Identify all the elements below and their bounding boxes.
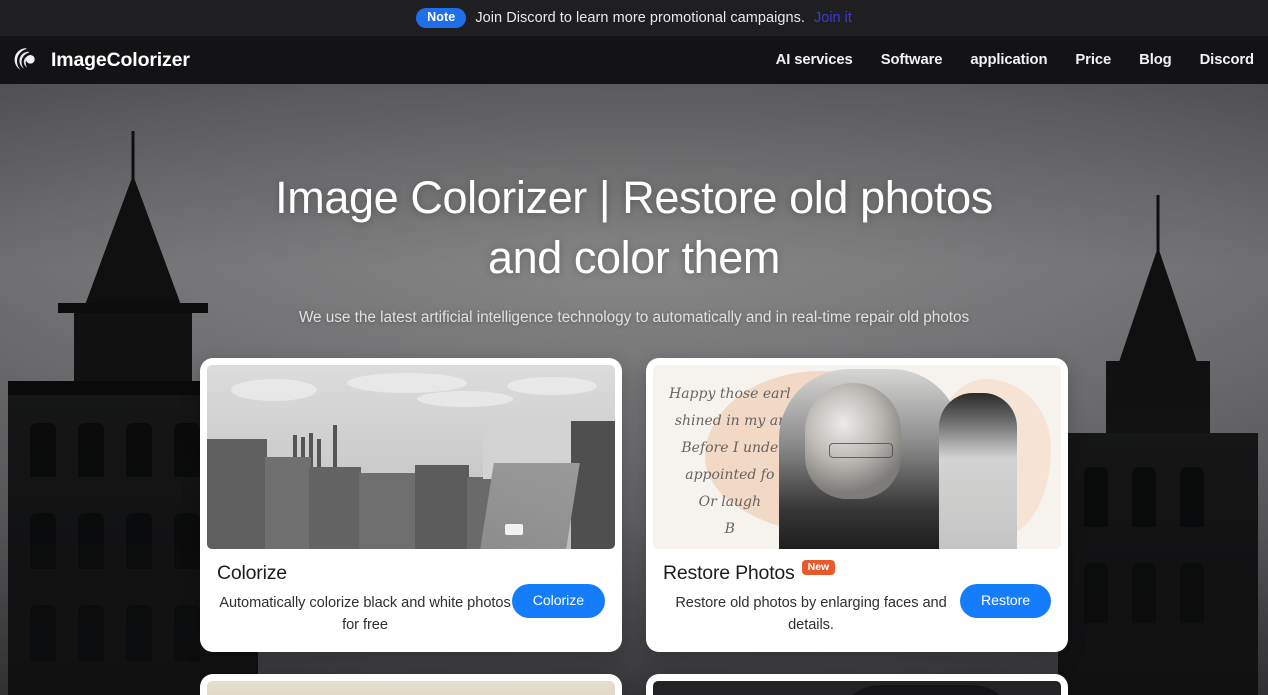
hero-subtitle: We use the latest artificial intelligenc… xyxy=(0,309,1268,327)
collage-handwriting: Happy those earl shined in my ar Before … xyxy=(669,381,791,549)
card-body-restore: Restore Photos New Restore old photos by… xyxy=(653,549,1061,652)
feature-card-grid-lower xyxy=(200,674,1068,695)
nav-links: AI services Software application Price B… xyxy=(776,52,1254,68)
sepia-sky-image xyxy=(207,681,615,695)
collage-boy xyxy=(939,393,1017,549)
card-title-colorize: Colorize xyxy=(217,562,287,585)
site-navbar: ImageColorizer AI services Software appl… xyxy=(0,36,1268,84)
join-it-link[interactable]: Join it xyxy=(814,10,852,26)
dark-portrait-image xyxy=(653,681,1061,695)
colorize-button[interactable]: Colorize xyxy=(512,584,605,618)
card-head-colorize: Colorize xyxy=(217,562,605,585)
nav-link-application[interactable]: application xyxy=(970,52,1047,68)
new-badge: New xyxy=(802,560,836,576)
vintage-cityscape-image xyxy=(207,365,615,549)
card-media-lower-left xyxy=(207,681,615,695)
feature-card-colorize[interactable]: Colorize Automatically colorize black an… xyxy=(200,358,622,652)
brand-name: ImageColorizer xyxy=(51,49,190,72)
card-head-restore: Restore Photos New xyxy=(663,562,1051,585)
restore-button[interactable]: Restore xyxy=(960,584,1051,618)
card-body-colorize: Colorize Automatically colorize black an… xyxy=(207,549,615,652)
note-badge: Note xyxy=(416,8,466,28)
collage-man-head xyxy=(805,383,901,499)
feature-card-grid: Colorize Automatically colorize black an… xyxy=(200,358,1068,652)
nav-link-discord[interactable]: Discord xyxy=(1200,52,1254,68)
nav-link-blog[interactable]: Blog xyxy=(1139,52,1171,68)
card-media-lower-right xyxy=(653,681,1061,695)
collage-glasses-icon xyxy=(829,443,893,458)
brand-logo[interactable]: ImageColorizer xyxy=(12,45,190,75)
feature-card-restore[interactable]: Happy those earl shined in my ar Before … xyxy=(646,358,1068,652)
notice-text: Join Discord to learn more promotional c… xyxy=(475,10,805,26)
feature-card-lower-right[interactable] xyxy=(646,674,1068,695)
card-media-colorize xyxy=(207,365,615,549)
feature-card-lower-left[interactable] xyxy=(200,674,622,695)
hero-content: Image Colorizer | Restore old photos and… xyxy=(0,84,1268,695)
photo-collage-image: Happy those earl shined in my ar Before … xyxy=(653,365,1061,549)
swirl-logo-icon xyxy=(12,45,42,75)
card-description-restore: Restore old photos by enlarging faces an… xyxy=(663,592,959,636)
promo-notice-bar: Note Join Discord to learn more promotio… xyxy=(0,0,1268,36)
card-media-restore: Happy those earl shined in my ar Before … xyxy=(653,365,1061,549)
nav-link-ai-services[interactable]: AI services xyxy=(776,52,853,68)
card-title-restore: Restore Photos xyxy=(663,562,795,585)
nav-link-price[interactable]: Price xyxy=(1075,52,1111,68)
hero-section: Image Colorizer | Restore old photos and… xyxy=(0,84,1268,695)
card-description-colorize: Automatically colorize black and white p… xyxy=(217,592,513,636)
nav-link-software[interactable]: Software xyxy=(881,52,943,68)
page-title: Image Colorizer | Restore old photos and… xyxy=(234,168,1034,288)
